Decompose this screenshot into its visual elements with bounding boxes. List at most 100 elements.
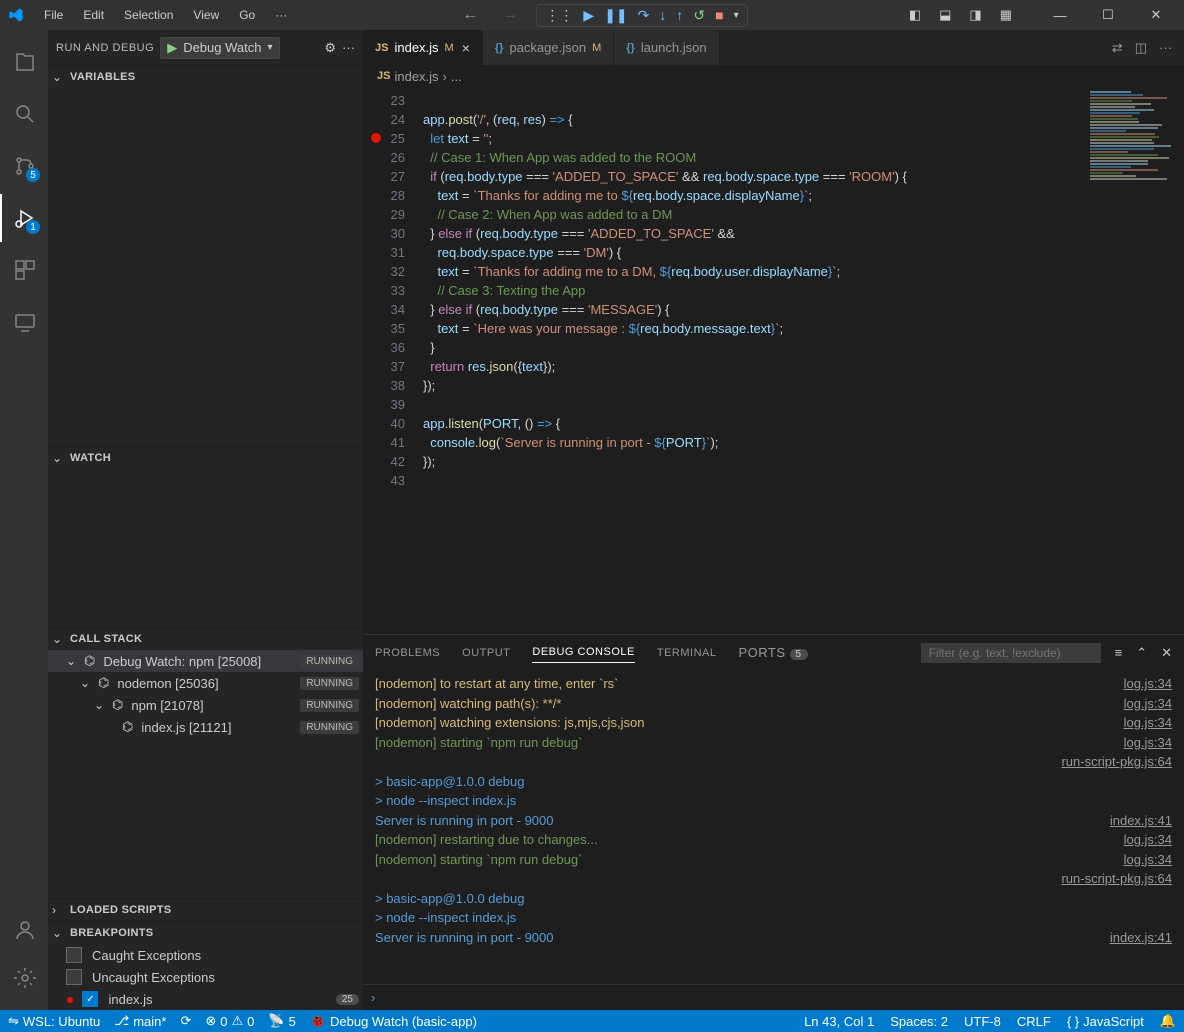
editor-content[interactable]: app.post('/', (req, res) => { let text =…: [423, 87, 1084, 634]
console-source-link[interactable]: log.js:34: [1124, 713, 1172, 733]
section-loadedscripts[interactable]: ›LOADED SCRIPTS: [48, 899, 363, 921]
layout-customize-icon[interactable]: ▦: [1000, 7, 1012, 23]
nav-back-icon[interactable]: ←: [456, 6, 484, 24]
bug-icon: ⌬: [112, 697, 123, 713]
panel-tab-terminal[interactable]: TERMINAL: [657, 643, 717, 663]
debug-pause-icon[interactable]: ❚❚: [604, 7, 627, 24]
callstack-item[interactable]: ⌄⌬npm [21078]RUNNING: [48, 694, 363, 716]
activity-explorer-icon[interactable]: [0, 38, 48, 86]
section-breakpoints[interactable]: ⌄BREAKPOINTS: [48, 922, 363, 944]
status-lang[interactable]: { } JavaScript: [1067, 1013, 1144, 1029]
console-source-link[interactable]: log.js:34: [1124, 830, 1172, 850]
breadcrumb[interactable]: JS index.js › ...: [363, 65, 1184, 87]
section-variables[interactable]: ⌄VARIABLES: [48, 66, 363, 88]
debug-restart-icon[interactable]: ↺: [693, 7, 705, 24]
menu-go[interactable]: Go: [231, 4, 263, 26]
console-source-link[interactable]: index.js:41: [1110, 811, 1172, 831]
close-icon[interactable]: ×: [462, 40, 470, 56]
tab-index-js[interactable]: JSindex.jsM×: [363, 30, 483, 65]
callstack-item[interactable]: ⌄⌬Debug Watch: npm [25008]RUNNING: [48, 650, 363, 672]
layout-secondary-icon[interactable]: ◨: [969, 7, 981, 23]
menu-more-icon[interactable]: ···: [267, 4, 295, 26]
debug-stop-icon[interactable]: ■: [715, 7, 723, 23]
split-icon[interactable]: ◫: [1135, 40, 1147, 56]
panel-maximize-icon[interactable]: ⌃: [1136, 645, 1147, 661]
activity-remote-icon[interactable]: [0, 298, 48, 346]
debug-continue-icon[interactable]: ▶: [583, 7, 594, 24]
minimize-icon[interactable]: —: [1040, 0, 1080, 30]
console-source-link[interactable]: run-script-pkg.js:64: [1061, 869, 1172, 889]
branch-icon: ⎇: [114, 1013, 129, 1029]
section-callstack[interactable]: ⌄CALL STACK: [48, 628, 363, 650]
checkbox-icon[interactable]: [66, 947, 82, 963]
console-source-link[interactable]: log.js:34: [1124, 733, 1172, 753]
checkbox-icon[interactable]: ✓: [82, 991, 98, 1007]
activity-debug-icon[interactable]: 1: [0, 194, 48, 242]
gear-icon[interactable]: ⚙: [324, 40, 336, 56]
menu-edit[interactable]: Edit: [75, 4, 112, 26]
tree-collapse-icon[interactable]: ≡: [1115, 645, 1123, 660]
activity-settings-icon[interactable]: [0, 954, 48, 1002]
activity-extensions-icon[interactable]: [0, 246, 48, 294]
activity-search-icon[interactable]: [0, 90, 48, 138]
status-errors[interactable]: ⊗ 0 ⚠ 0: [205, 1013, 254, 1029]
menu-view[interactable]: View: [185, 4, 227, 26]
titlebar: File Edit Selection View Go ··· ← → ⋮⋮ ▶…: [0, 0, 1184, 30]
status-port[interactable]: 📡5: [268, 1013, 295, 1029]
panel-tab-output[interactable]: OUTPUT: [462, 643, 510, 663]
bp-caught[interactable]: Caught Exceptions: [48, 944, 363, 966]
panel-tab-debug[interactable]: DEBUG CONSOLE: [532, 642, 634, 663]
callstack-item[interactable]: ⌬index.js [21121]RUNNING: [48, 716, 363, 738]
bp-uncaught[interactable]: Uncaught Exceptions: [48, 966, 363, 988]
section-watch[interactable]: ⌄WATCH: [48, 447, 363, 469]
console-source-link[interactable]: run-script-pkg.js:64: [1061, 752, 1172, 772]
more-icon[interactable]: ···: [342, 40, 355, 55]
status-branch[interactable]: ⎇main*: [114, 1013, 166, 1029]
bug-icon: 🐞: [310, 1013, 326, 1029]
status-debug[interactable]: 🐞Debug Watch (basic-app): [310, 1013, 477, 1029]
minimap[interactable]: [1084, 87, 1184, 634]
status-sync[interactable]: ⟳: [180, 1013, 191, 1029]
debug-stepout-icon[interactable]: ↑: [676, 7, 683, 23]
close-icon[interactable]: ✕: [1136, 0, 1176, 30]
console-source-link[interactable]: index.js:41: [1110, 928, 1172, 948]
debug-stepinto-icon[interactable]: ↓: [659, 7, 666, 23]
activity-scm-icon[interactable]: 5: [0, 142, 48, 190]
debug-stepover-icon[interactable]: ↷: [638, 7, 650, 24]
bp-file[interactable]: ●✓index.js25: [48, 988, 363, 1010]
console-source-link[interactable]: log.js:34: [1124, 850, 1172, 870]
debug-console[interactable]: [nodemon] to restart at any time, enter …: [363, 670, 1184, 984]
panel-close-icon[interactable]: ✕: [1161, 645, 1172, 661]
nav-forward-icon[interactable]: →: [496, 6, 524, 24]
status-encoding[interactable]: UTF-8: [964, 1013, 1001, 1029]
tab-launch-json[interactable]: {}launch.json: [614, 30, 719, 65]
panel-tab-problems[interactable]: PROBLEMS: [375, 643, 440, 663]
checkbox-icon[interactable]: [66, 969, 82, 985]
menu-selection[interactable]: Selection: [116, 4, 181, 26]
panel-tab-ports[interactable]: PORTS5: [738, 641, 807, 664]
play-icon: ▶: [167, 40, 177, 56]
callstack-item[interactable]: ⌄⌬nodemon [25036]RUNNING: [48, 672, 363, 694]
status-spaces[interactable]: Spaces: 2: [890, 1013, 948, 1029]
editor-gutter[interactable]: 2324252627282930313233343536373839404142…: [363, 87, 423, 634]
activity-account-icon[interactable]: [0, 906, 48, 954]
compare-icon[interactable]: ⇄: [1112, 40, 1123, 56]
debug-config-selector[interactable]: ▶ Debug Watch ▾: [160, 37, 279, 59]
layout-primary-icon[interactable]: ◧: [909, 7, 921, 23]
maximize-icon[interactable]: ☐: [1088, 0, 1128, 30]
tab-package-json[interactable]: {}package.jsonM: [483, 30, 614, 65]
status-notifications-icon[interactable]: 🔔: [1160, 1013, 1176, 1029]
more-icon[interactable]: ···: [1159, 40, 1172, 55]
statusbar: ⇋WSL: Ubuntu ⎇main* ⟳ ⊗ 0 ⚠ 0 📡5 🐞Debug …: [0, 1010, 1184, 1032]
menu-file[interactable]: File: [36, 4, 71, 26]
console-source-link[interactable]: log.js:34: [1124, 694, 1172, 714]
layout-panel-icon[interactable]: ⬓: [939, 7, 951, 23]
console-source-link[interactable]: log.js:34: [1124, 674, 1172, 694]
status-remote[interactable]: ⇋WSL: Ubuntu: [8, 1013, 100, 1029]
status-lncol[interactable]: Ln 43, Col 1: [804, 1013, 874, 1029]
console-filter-input[interactable]: [921, 643, 1101, 663]
bug-icon: ⌬: [98, 675, 109, 691]
console-input[interactable]: ›: [363, 984, 1184, 1010]
status-eol[interactable]: CRLF: [1017, 1013, 1051, 1029]
chevron-down-icon[interactable]: ▾: [734, 10, 739, 21]
